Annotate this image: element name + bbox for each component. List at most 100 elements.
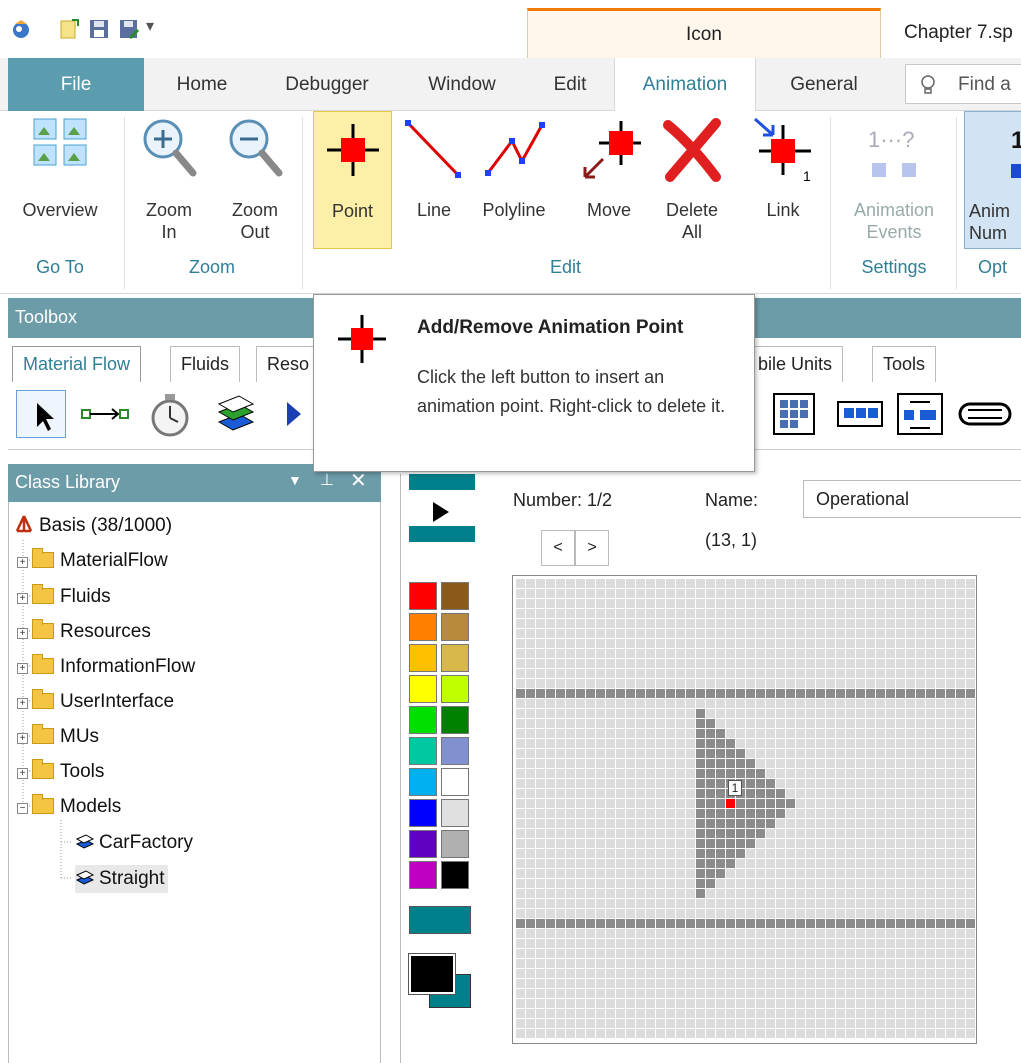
point-button[interactable]: Point	[313, 111, 392, 249]
connector-icon[interactable]	[80, 402, 132, 426]
overview-button[interactable]: Overview	[10, 111, 110, 221]
color-swatch[interactable]	[441, 737, 469, 765]
icon-preview[interactable]	[409, 474, 477, 546]
context-tab-icon[interactable]: Icon	[527, 8, 881, 58]
pixel-cell	[846, 999, 855, 1008]
icon-pixel-grid[interactable]: 1	[512, 575, 977, 1044]
tab-animation[interactable]: Animation	[614, 58, 756, 112]
pixel-cell	[716, 739, 725, 748]
tab-mobile-units[interactable]: bile Units	[748, 346, 844, 382]
polyline-button[interactable]: Polyline	[474, 111, 554, 221]
store-icon[interactable]	[772, 392, 816, 436]
pixel-cell	[536, 1019, 545, 1028]
tree-folder-tools[interactable]: + Tools	[17, 758, 104, 786]
pointer-tool[interactable]	[16, 390, 66, 438]
expand-icon[interactable]: +	[17, 628, 28, 639]
color-swatch[interactable]	[409, 861, 437, 889]
tab-tools[interactable]: Tools	[872, 346, 937, 382]
color-swatch[interactable]	[409, 799, 437, 827]
color-swatch[interactable]	[441, 706, 469, 734]
line-button[interactable]: Line	[402, 111, 466, 221]
color-swatch[interactable]	[441, 675, 469, 703]
zoom-out-button[interactable]: Zoom Out	[222, 111, 288, 243]
previous-button[interactable]: <	[541, 530, 575, 566]
save-as-icon[interactable]	[118, 18, 140, 40]
tab-fluids[interactable]: Fluids	[170, 346, 241, 382]
pixel-cell	[516, 649, 525, 658]
dropdown-icon[interactable]: ▼	[288, 472, 302, 488]
color-swatch[interactable]	[441, 861, 469, 889]
pixel-cell	[926, 779, 935, 788]
delete-all-button[interactable]: Delete All	[652, 111, 732, 243]
app-logo-icon[interactable]	[10, 18, 32, 40]
pixel-cell	[556, 599, 565, 608]
color-swatch[interactable]	[409, 644, 437, 672]
next-button[interactable]: >	[575, 530, 609, 566]
pixel-cell	[606, 709, 615, 718]
color-swatch[interactable]	[441, 644, 469, 672]
frame-icon[interactable]	[213, 392, 259, 436]
tree-folder-models[interactable]: − Models	[17, 793, 121, 821]
tree-root-basis[interactable]: Basis (38/1000)	[13, 512, 172, 540]
tab-material-flow[interactable]: Material Flow	[12, 346, 142, 382]
color-swatch[interactable]	[441, 613, 469, 641]
tab-file[interactable]: File	[8, 58, 144, 111]
color-swatch[interactable]	[441, 830, 469, 858]
color-swatch[interactable]	[441, 768, 469, 796]
collapse-icon[interactable]: −	[17, 803, 28, 814]
color-swatch[interactable]	[409, 582, 437, 610]
color-swatch[interactable]	[409, 706, 437, 734]
event-controller-icon[interactable]	[148, 390, 192, 438]
conveyor-icon[interactable]	[958, 396, 1014, 432]
save-icon[interactable]	[88, 18, 110, 40]
pixel-cell	[716, 1019, 725, 1028]
expand-icon[interactable]: +	[17, 733, 28, 744]
pixel-cell	[806, 619, 815, 628]
pixel-cell	[516, 689, 525, 698]
color-swatch[interactable]	[409, 768, 437, 796]
expand-icon[interactable]: +	[17, 593, 28, 604]
zoom-in-button[interactable]: Zoom In	[136, 111, 202, 243]
name-input[interactable]: Operational	[803, 480, 1021, 518]
tree-folder-userinterface[interactable]: + UserInterface	[17, 688, 174, 716]
tab-home[interactable]: Home	[160, 58, 244, 111]
pixel-grid-canvas[interactable]	[513, 576, 978, 1045]
animation-events-button[interactable]: 1···? Animation Events	[840, 111, 948, 243]
tab-general[interactable]: General	[772, 58, 876, 111]
interface-icon[interactable]	[284, 400, 304, 428]
pin-icon[interactable]: ⊥	[320, 470, 334, 490]
swatch-teal[interactable]	[409, 906, 471, 934]
tree-folder-resources[interactable]: + Resources	[17, 618, 151, 646]
tree-folder-mus[interactable]: + MUs	[17, 723, 99, 751]
tab-debugger[interactable]: Debugger	[270, 58, 384, 111]
sorter-icon[interactable]	[896, 390, 944, 438]
color-swatch[interactable]	[441, 799, 469, 827]
new-file-icon[interactable]	[58, 18, 80, 40]
expand-icon[interactable]: +	[17, 663, 28, 674]
animation-numbers-button[interactable]: 1 Anim Num	[964, 111, 1021, 249]
link-button[interactable]: 1 Link	[748, 111, 818, 221]
color-swatch[interactable]	[409, 613, 437, 641]
tab-resources[interactable]: Reso	[256, 346, 316, 382]
tab-window[interactable]: Window	[410, 58, 514, 111]
search-input[interactable]: Find a	[905, 64, 1021, 104]
color-swatch[interactable]	[441, 582, 469, 610]
expand-icon[interactable]: +	[17, 557, 28, 568]
tree-model-straight[interactable]: Straight	[75, 865, 169, 893]
tab-edit[interactable]: Edit	[540, 58, 600, 111]
expand-icon[interactable]: +	[17, 698, 28, 709]
color-swatch[interactable]	[409, 675, 437, 703]
foreground-color-swatch[interactable]	[408, 953, 456, 995]
expand-icon[interactable]: +	[17, 768, 28, 779]
tree-folder-fluids[interactable]: + Fluids	[17, 583, 111, 611]
buffer-icon[interactable]	[836, 394, 884, 434]
pixel-cell	[576, 959, 585, 968]
tree-folder-materialflow[interactable]: + MaterialFlow	[17, 547, 168, 575]
color-swatch[interactable]	[409, 737, 437, 765]
move-button[interactable]: Move	[572, 111, 646, 221]
color-swatch[interactable]	[409, 830, 437, 858]
tree-folder-informationflow[interactable]: + InformationFlow	[17, 653, 195, 681]
customize-quick-access-icon[interactable]: ▾	[146, 16, 154, 36]
tree-model-carfactory[interactable]: CarFactory	[75, 829, 193, 857]
pixel-cell	[516, 979, 525, 988]
